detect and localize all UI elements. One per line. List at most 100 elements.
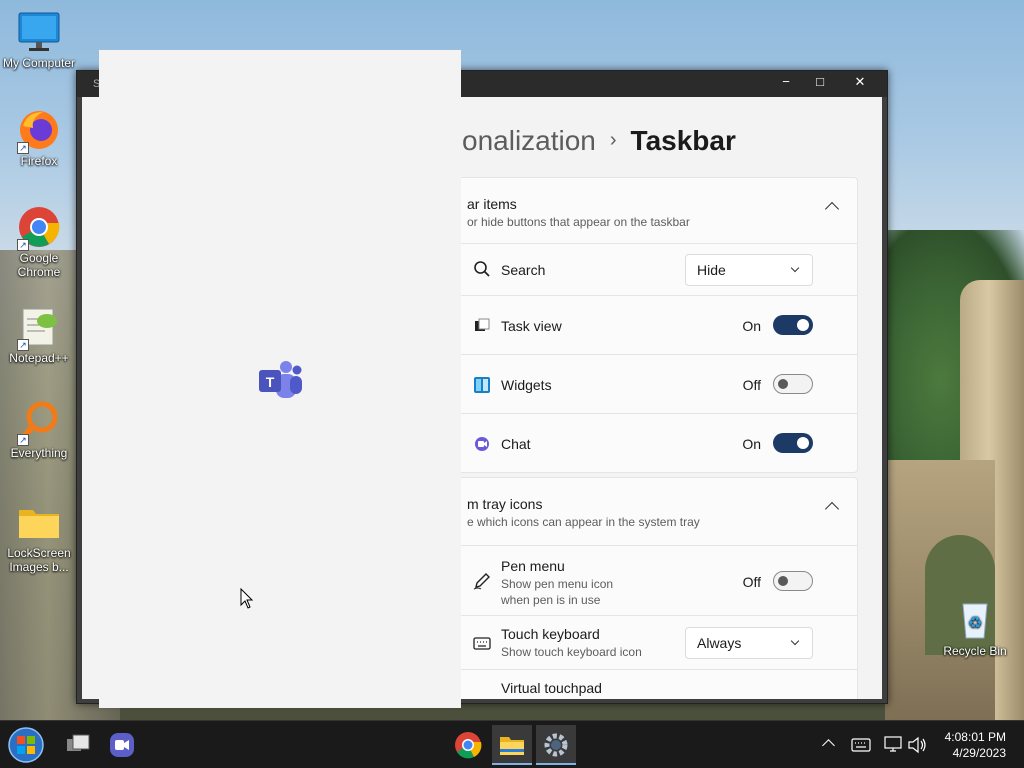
desktop-icon-label: LockScreen Images b... xyxy=(7,546,71,574)
chevron-down-icon xyxy=(790,263,800,273)
section-title: m tray icons xyxy=(467,496,543,512)
dropdown-value: Hide xyxy=(697,262,726,278)
shortcut-arrow-icon: ↗ xyxy=(17,434,29,446)
touch-keyboard-row: Touch keyboard Show touch keyboard icon … xyxy=(453,616,857,670)
widgets-icon xyxy=(473,376,491,394)
search-dropdown[interactable]: Hide xyxy=(685,254,813,286)
chevron-down-icon xyxy=(790,636,800,646)
file-explorer-taskbar-button[interactable] xyxy=(492,725,532,765)
folder-icon xyxy=(17,500,61,544)
keyboard-icon xyxy=(473,634,491,652)
pen-menu-row: Pen menu Show pen menu icon when pen is … xyxy=(453,546,857,616)
chevron-up-icon[interactable] xyxy=(824,501,840,517)
volume-icon[interactable] xyxy=(906,721,928,768)
widgets-toggle[interactable] xyxy=(773,374,813,394)
taskbar-items-header[interactable]: ar items or hide buttons that appear on … xyxy=(453,178,857,244)
dropdown-value: Always xyxy=(697,635,742,651)
task-view-row: Task view On xyxy=(453,296,857,355)
desktop-icon-notepad-plus-plus[interactable]: ↗ Notepad++ xyxy=(1,305,77,365)
shortcut-arrow-icon: ↗ xyxy=(17,239,29,251)
close-button[interactable]: ✕ xyxy=(837,71,883,93)
chat-row: Chat On xyxy=(453,414,857,472)
section-title: ar items xyxy=(467,196,517,212)
section-subtitle: or hide buttons that appear on the taskb… xyxy=(467,215,690,229)
desktop-icon-label: My Computer xyxy=(2,56,76,70)
desktop-icon-google-chrome[interactable]: ↗ Google Chrome xyxy=(1,205,77,279)
toggle-state: On xyxy=(742,436,761,452)
breadcrumb: onalization › Taskbar xyxy=(462,125,736,157)
toggle-state: Off xyxy=(742,377,761,393)
network-icon[interactable] xyxy=(882,721,904,768)
clock-date: 4/29/2023 xyxy=(952,746,1006,760)
row-sub: Show pen menu icon xyxy=(501,577,614,591)
notepad-plus-plus-icon: ↗ xyxy=(17,305,61,351)
desktop-icon-label: Google Chrome xyxy=(17,251,61,279)
pen-menu-toggle[interactable] xyxy=(773,571,813,591)
minimize-button[interactable]: − xyxy=(769,71,803,93)
row-label: Touch keyboard xyxy=(501,626,600,642)
chevron-up-icon[interactable] xyxy=(824,201,840,217)
clock-time: 4:08:01 PM xyxy=(944,730,1006,744)
touch-keyboard-tray-icon[interactable] xyxy=(850,721,872,768)
svg-text:♻: ♻ xyxy=(968,615,982,632)
touch-keyboard-dropdown[interactable]: Always xyxy=(685,627,813,659)
maximize-button[interactable]: □ xyxy=(803,71,837,93)
chat-icon xyxy=(473,435,491,453)
everything-search-icon: ↗ xyxy=(17,400,61,446)
virtual-touchpad-row: Virtual touchpad xyxy=(453,670,857,699)
desktop-icon-everything[interactable]: ↗ Everything xyxy=(1,400,77,460)
chrome-taskbar-button[interactable] xyxy=(448,725,488,765)
shortcut-arrow-icon: ↗ xyxy=(17,339,29,351)
settings-taskbar-button[interactable] xyxy=(536,725,576,765)
widgets-row: Widgets Off xyxy=(453,355,857,414)
system-tray-header[interactable]: m tray icons e which icons can appear in… xyxy=(453,478,857,546)
desktop-icon-label: Firefox xyxy=(20,154,58,168)
search-icon xyxy=(473,260,491,278)
window-controls: − □ ✕ xyxy=(769,71,883,93)
chevron-up-icon xyxy=(822,739,835,752)
row-label: Search xyxy=(501,262,546,278)
chat-toggle[interactable] xyxy=(773,433,813,453)
desktop-icon-label: Recycle Bin xyxy=(943,644,1007,658)
recycle-bin-icon: ♻ xyxy=(953,598,997,642)
breadcrumb-parent[interactable]: onalization xyxy=(462,125,596,156)
chrome-icon: ↗ xyxy=(17,205,61,251)
monitor-icon xyxy=(17,10,61,54)
task-view-button[interactable] xyxy=(58,725,98,765)
row-label: Pen menu xyxy=(501,558,565,574)
task-view-toggle[interactable] xyxy=(773,315,813,335)
teams-splash-window: T xyxy=(99,50,461,708)
pen-icon xyxy=(473,572,491,590)
row-label: Task view xyxy=(501,318,562,334)
system-tray-section: m tray icons e which icons can appear in… xyxy=(452,477,858,699)
toggle-state: On xyxy=(742,318,761,334)
row-label: Chat xyxy=(501,436,531,452)
taskbar-clock[interactable]: 4:08:01 PM 4/29/2023 xyxy=(945,729,1006,761)
desktop-icon-recycle-bin[interactable]: ♻ Recycle Bin xyxy=(937,598,1013,658)
mouse-cursor-icon xyxy=(240,587,254,610)
shortcut-arrow-icon: ↗ xyxy=(17,142,29,154)
toggle-state: Off xyxy=(742,574,761,590)
task-view-icon xyxy=(473,317,491,335)
row-sub: when pen is in use xyxy=(501,593,601,607)
firefox-icon: ↗ xyxy=(17,108,61,154)
teams-logo-icon: T xyxy=(256,358,304,402)
breadcrumb-separator: › xyxy=(609,129,617,151)
show-hidden-icons-button[interactable] xyxy=(820,721,840,768)
teams-chat-button[interactable] xyxy=(102,725,142,765)
search-row: Search Hide xyxy=(453,244,857,296)
row-label: Virtual touchpad xyxy=(501,680,602,696)
taskbar: 4:08:01 PM 4/29/2023 xyxy=(0,720,1024,768)
row-sub: Show touch keyboard icon xyxy=(501,645,642,659)
row-label: Widgets xyxy=(501,377,552,393)
page-title: Taskbar xyxy=(630,125,736,156)
desktop-icon-firefox[interactable]: ↗ Firefox xyxy=(1,108,77,168)
section-subtitle: e which icons can appear in the system t… xyxy=(467,515,700,529)
desktop-icon-my-computer[interactable]: My Computer xyxy=(1,10,77,70)
taskbar-items-section: ar items or hide buttons that appear on … xyxy=(452,177,858,473)
desktop-icon-label: Everything xyxy=(10,446,68,460)
svg-text:T: T xyxy=(266,374,275,390)
start-button[interactable] xyxy=(6,725,46,765)
desktop-icon-lockscreen-images[interactable]: LockScreen Images b... xyxy=(1,500,77,574)
desktop-icon-label: Notepad++ xyxy=(9,351,69,365)
